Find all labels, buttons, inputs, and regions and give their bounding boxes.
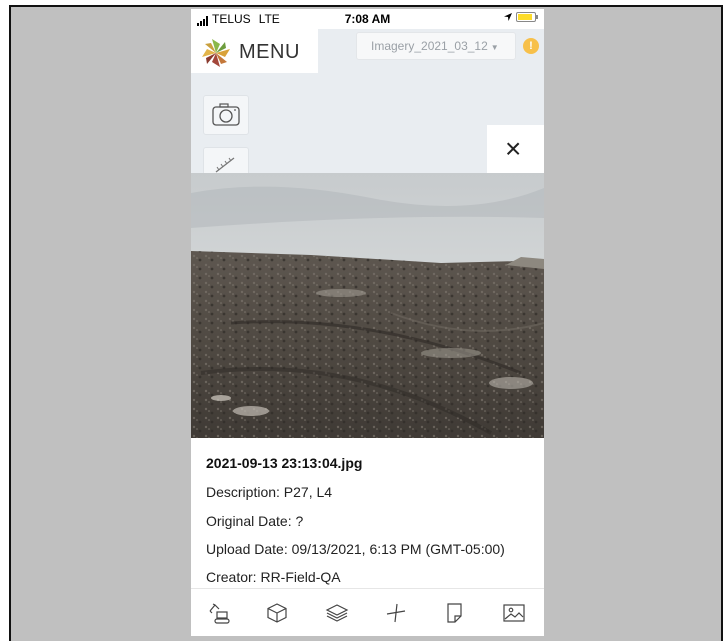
image-icon[interactable] bbox=[502, 601, 526, 625]
warning-icon[interactable]: ! bbox=[523, 38, 539, 54]
cube-icon[interactable] bbox=[265, 601, 289, 625]
location-arrow-icon bbox=[504, 13, 512, 21]
ruler-tool-button[interactable] bbox=[203, 147, 249, 173]
caret-down-icon: ▼ bbox=[490, 43, 499, 52]
layers-icon[interactable] bbox=[325, 601, 349, 625]
photo-upload-date: Upload Date: 09/13/2021, 6:13 PM (GMT-05… bbox=[206, 541, 505, 557]
bottom-toolbar bbox=[191, 588, 544, 636]
phone-screen: TELUS LTE 7:08 AM MENU Imagery_2021_03_1… bbox=[191, 9, 544, 636]
status-bar: TELUS LTE 7:08 AM bbox=[191, 9, 544, 29]
photo-original-date: Original Date: ? bbox=[206, 513, 304, 529]
status-time: 7:08 AM bbox=[344, 12, 391, 26]
ruler-icon bbox=[215, 157, 235, 173]
excavator-icon[interactable] bbox=[207, 601, 231, 625]
close-button[interactable]: × bbox=[487, 125, 544, 173]
measure-icon[interactable] bbox=[384, 601, 408, 625]
photo-info-panel: 2021-09-13 23:13:04.jpg Description: P27… bbox=[191, 438, 544, 588]
menu-label: MENU bbox=[239, 41, 300, 63]
battery-icon bbox=[516, 12, 538, 22]
photo-creator: Creator: RR-Field-QA bbox=[206, 569, 341, 585]
document-icon[interactable] bbox=[443, 601, 467, 625]
close-icon: × bbox=[505, 133, 522, 164]
photo-filename: 2021-09-13 23:13:04.jpg bbox=[206, 455, 363, 471]
imagery-select-value: Imagery_2021_03_12 bbox=[371, 39, 488, 53]
site-photo bbox=[191, 173, 544, 438]
camera-icon bbox=[212, 103, 240, 126]
menu-button[interactable]: MENU bbox=[191, 29, 318, 73]
camera-tool-button[interactable] bbox=[203, 95, 249, 135]
imagery-select[interactable]: Imagery_2021_03_12 ▼ bbox=[356, 32, 516, 60]
photo-description: Description: P27, L4 bbox=[206, 484, 333, 500]
app-logo-icon bbox=[202, 39, 230, 67]
